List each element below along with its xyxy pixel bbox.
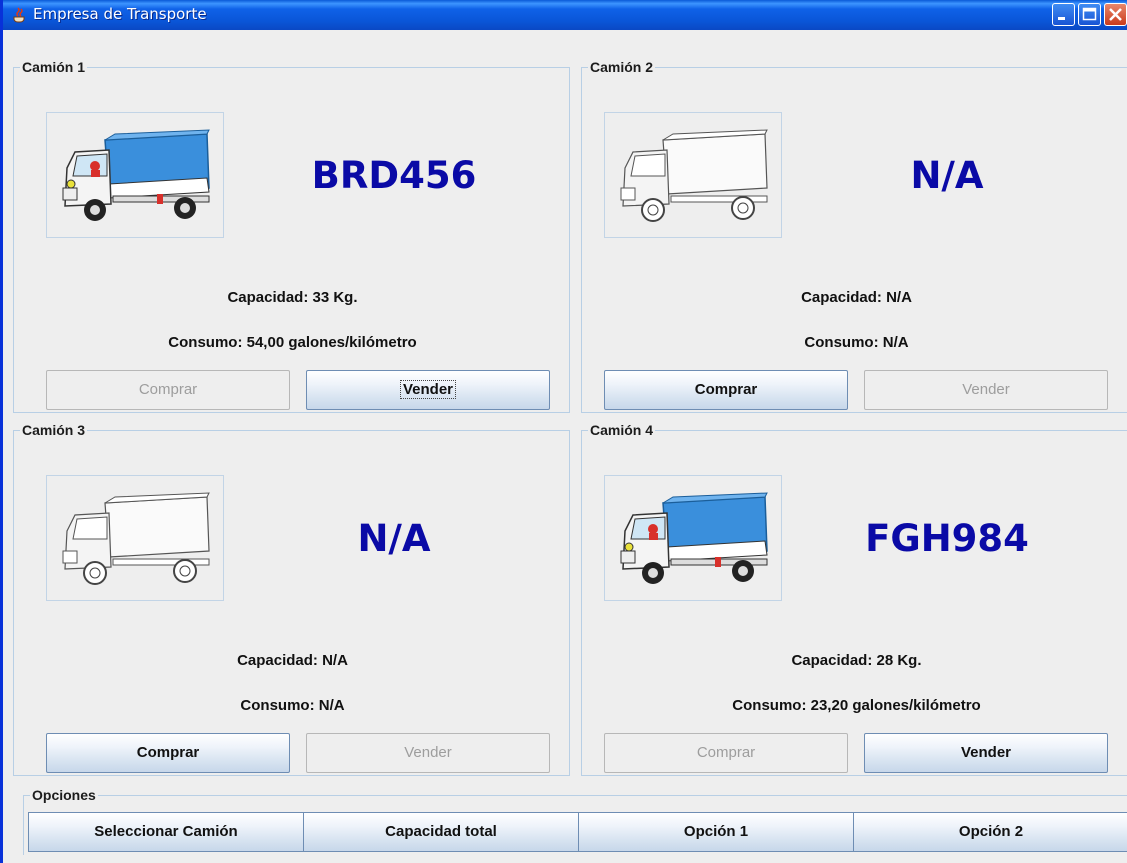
minimize-icon — [1058, 17, 1065, 20]
options-panel-label: Opciones — [30, 787, 98, 803]
option-2-button[interactable]: Opción 2 — [853, 812, 1127, 852]
truck-panel-1: Camión 1 BRD456 Capacidad: 33 Kg. Consum… — [13, 59, 570, 413]
truck-image-frame — [46, 475, 224, 601]
truck-panel-4: Camión 4 FGH984 Capacidad: 28 Kg. Consum… — [581, 422, 1127, 776]
truck-panel-3: Camión 3 N/A Capacidad: N/A Consumo: N/A… — [13, 422, 570, 776]
main-content: Camión 1 BRD456 Capacidad: 33 Kg. Consum… — [6, 30, 1127, 863]
select-truck-button[interactable]: Seleccionar Camión — [28, 812, 304, 852]
buy-button[interactable]: Comprar — [46, 370, 290, 410]
truck-consumption: Consumo: N/A — [804, 334, 909, 351]
truck-panel-label: Camión 3 — [20, 422, 88, 438]
truck-capacity: Capacidad: N/A — [237, 652, 348, 669]
truck-colored-icon — [62, 129, 210, 221]
total-capacity-button[interactable]: Capacidad total — [303, 812, 579, 852]
app-window: Empresa de Transporte Camión 1 BRD456 Ca… — [0, 0, 1127, 863]
sell-button-label: Vender — [399, 380, 457, 399]
maximize-icon — [1082, 7, 1097, 21]
title-bar[interactable]: Empresa de Transporte — [3, 0, 1127, 30]
buy-button[interactable]: Comprar — [604, 733, 848, 773]
truck-capacity: Capacidad: 28 Kg. — [791, 652, 922, 669]
sell-button[interactable]: Vender — [864, 370, 1108, 410]
minimize-button[interactable] — [1052, 3, 1075, 26]
close-icon — [1109, 8, 1122, 21]
option-1-button[interactable]: Opción 1 — [578, 812, 854, 852]
window-title: Empresa de Transporte — [33, 5, 207, 23]
truck-consumption: Consumo: N/A — [240, 697, 345, 714]
truck-plate: BRD456 — [311, 154, 477, 197]
truck-consumption: Consumo: 54,00 galones/kilómetro — [168, 334, 417, 351]
sell-button[interactable]: Vender — [306, 370, 550, 410]
truck-panel-label: Camión 4 — [588, 422, 656, 438]
java-cup-icon — [13, 7, 25, 23]
truck-plate: FGH984 — [865, 517, 1029, 560]
truck-image-frame — [604, 112, 782, 238]
sell-button[interactable]: Vender — [864, 733, 1108, 773]
buy-button[interactable]: Comprar — [46, 733, 290, 773]
truck-plate: N/A — [910, 154, 984, 197]
truck-capacity: Capacidad: 33 Kg. — [227, 289, 358, 306]
truck-consumption: Consumo: 23,20 galones/kilómetro — [732, 697, 981, 714]
truck-panel-label: Camión 2 — [588, 59, 656, 75]
maximize-button[interactable] — [1078, 3, 1101, 26]
buy-button[interactable]: Comprar — [604, 370, 848, 410]
close-button[interactable] — [1104, 3, 1127, 26]
truck-image-frame — [46, 112, 224, 238]
truck-outline-icon — [62, 492, 210, 585]
truck-capacity: Capacidad: N/A — [801, 289, 912, 306]
truck-colored-icon — [620, 492, 768, 584]
truck-plate: N/A — [357, 517, 431, 560]
sell-button[interactable]: Vender — [306, 733, 550, 773]
truck-image-frame — [604, 475, 782, 601]
truck-outline-icon — [620, 129, 768, 222]
truck-panel-label: Camión 1 — [20, 59, 88, 75]
truck-panel-2: Camión 2 N/A Capacidad: N/A Consumo: N/A… — [581, 59, 1127, 413]
